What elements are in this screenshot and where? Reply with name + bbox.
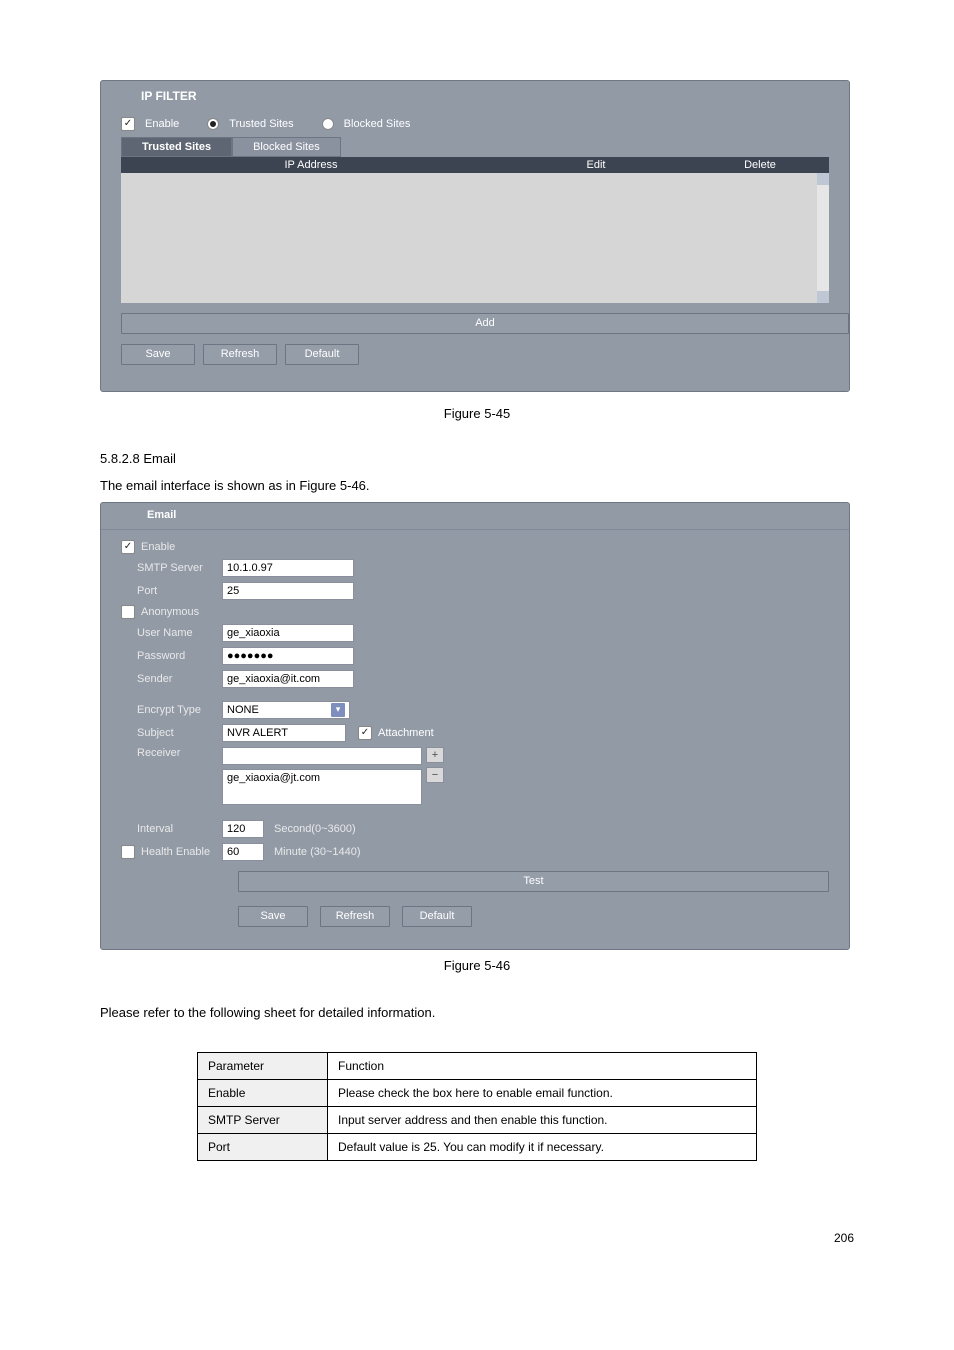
cell-port-desc: Default value is 25. You can modify it i… <box>328 1134 757 1161</box>
health-enable-label: Health Enable <box>141 846 210 858</box>
encrypt-type-label: Encrypt Type <box>117 704 222 716</box>
cell-smtp-desc: Input server address and then enable thi… <box>328 1107 757 1134</box>
email-panel: Email Enable SMTP Server Port Anonymous … <box>100 502 850 950</box>
password-input[interactable] <box>222 647 354 665</box>
health-input[interactable] <box>222 843 264 861</box>
save-button[interactable]: Save <box>121 344 195 365</box>
cell-func-header: Function <box>328 1053 757 1080</box>
col-delete: Delete <box>691 159 829 171</box>
health-unit: Minute (30~1440) <box>274 846 361 858</box>
sender-label: Sender <box>117 673 222 685</box>
cell-enable: Enable <box>198 1080 328 1107</box>
chevron-down-icon: ▾ <box>331 703 345 717</box>
attachment-checkbox[interactable] <box>358 726 372 740</box>
table-row: ParameterFunction <box>198 1053 757 1080</box>
email-enable-checkbox[interactable] <box>121 540 135 554</box>
interval-input[interactable] <box>222 820 264 838</box>
email-default-button[interactable]: Default <box>402 906 472 927</box>
encrypt-type-select[interactable]: NONE ▾ <box>222 701 350 719</box>
default-button[interactable]: Default <box>285 344 359 365</box>
trusted-sites-radio-label: Trusted Sites <box>229 118 293 130</box>
smtp-server-label: SMTP Server <box>117 562 222 574</box>
blocked-sites-radio[interactable] <box>322 118 334 130</box>
trusted-sites-radio[interactable] <box>207 118 219 130</box>
email-save-button[interactable]: Save <box>238 906 308 927</box>
enable-label: Enable <box>145 118 179 130</box>
tab-trusted-sites[interactable]: Trusted Sites <box>121 137 232 157</box>
table-row: SMTP ServerInput server address and then… <box>198 1107 757 1134</box>
add-receiver-button[interactable]: + <box>426 747 444 763</box>
cell-port: Port <box>198 1134 328 1161</box>
table-row: EnablePlease check the box here to enabl… <box>198 1080 757 1107</box>
section-number: 5.8.2.8 Email <box>100 451 854 466</box>
receiver-list[interactable]: ge_xiaoxia@jt.com <box>222 769 422 805</box>
col-edit: Edit <box>501 159 691 171</box>
anonymous-checkbox[interactable] <box>121 605 135 619</box>
password-label: Password <box>117 650 222 662</box>
user-name-label: User Name <box>117 627 222 639</box>
figure-caption-2: Figure 5-46 <box>100 958 854 973</box>
enable-checkbox[interactable] <box>121 117 135 131</box>
ip-filter-title: IP FILTER <box>101 81 849 103</box>
refresh-button[interactable]: Refresh <box>203 344 277 365</box>
parameter-table: ParameterFunction EnablePlease check the… <box>197 1052 757 1161</box>
table-header: IP Address Edit Delete <box>121 157 829 173</box>
port-input[interactable] <box>222 582 354 600</box>
add-button[interactable]: Add <box>121 313 849 334</box>
table-intro-text: Please refer to the following sheet for … <box>100 1003 854 1023</box>
test-button[interactable]: Test <box>238 871 829 892</box>
email-enable-label: Enable <box>141 541 175 553</box>
subject-input[interactable] <box>222 724 346 742</box>
receiver-input[interactable] <box>222 747 422 765</box>
col-ip-address: IP Address <box>121 159 501 171</box>
email-refresh-button[interactable]: Refresh <box>320 906 390 927</box>
health-enable-checkbox[interactable] <box>121 845 135 859</box>
encrypt-type-value: NONE <box>227 704 259 716</box>
tab-blocked-sites[interactable]: Blocked Sites <box>232 137 341 157</box>
remove-receiver-button[interactable]: − <box>426 767 444 783</box>
interval-label: Interval <box>117 823 222 835</box>
cell-param-header: Parameter <box>198 1053 328 1080</box>
cell-enable-desc: Please check the box here to enable emai… <box>328 1080 757 1107</box>
section-text: The email interface is shown as in Figur… <box>100 476 854 496</box>
blocked-sites-radio-label: Blocked Sites <box>344 118 411 130</box>
port-label: Port <box>117 585 222 597</box>
cell-smtp: SMTP Server <box>198 1107 328 1134</box>
smtp-server-input[interactable] <box>222 559 354 577</box>
table-row: PortDefault value is 25. You can modify … <box>198 1134 757 1161</box>
interval-unit: Second(0~3600) <box>274 823 356 835</box>
anonymous-label: Anonymous <box>141 606 199 618</box>
figure-caption-1: Figure 5-45 <box>100 406 854 421</box>
receiver-label: Receiver <box>117 747 222 759</box>
email-title: Email <box>101 503 849 530</box>
attachment-label: Attachment <box>378 727 434 739</box>
subject-label: Subject <box>117 727 222 739</box>
user-name-input[interactable] <box>222 624 354 642</box>
ip-filter-panel: IP FILTER Enable Trusted Sites Blocked S… <box>100 80 850 392</box>
sender-input[interactable] <box>222 670 354 688</box>
scrollbar[interactable] <box>817 173 829 303</box>
table-body <box>121 173 829 303</box>
page-number: 206 <box>100 1231 854 1245</box>
